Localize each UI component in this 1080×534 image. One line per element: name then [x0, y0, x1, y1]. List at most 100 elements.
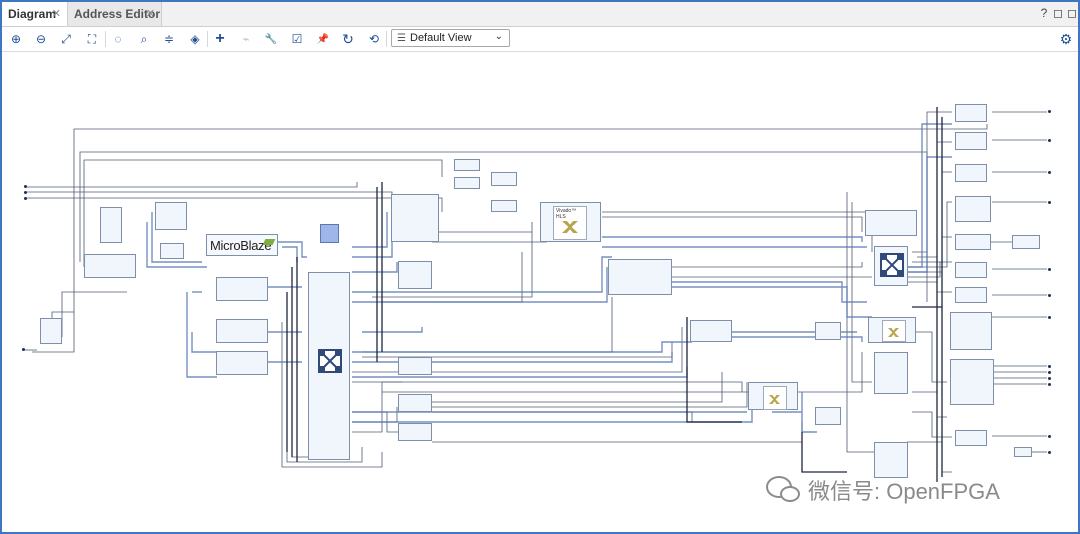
fit-view-icon[interactable]: ⤢ — [57, 30, 75, 48]
zoom-area-icon[interactable]: ⛶ — [83, 30, 101, 48]
maximize-icon[interactable]: ◻ — [1065, 6, 1079, 20]
ip-block[interactable] — [955, 196, 991, 222]
xilinx-leaf-icon — [262, 239, 276, 245]
external-port[interactable] — [24, 191, 27, 194]
external-port[interactable] — [1048, 365, 1051, 368]
view-select[interactable]: ☰ Default View ⌄ — [391, 29, 510, 47]
ip-block[interactable] — [454, 159, 480, 171]
external-port[interactable] — [1048, 268, 1051, 271]
ip-block[interactable] — [40, 318, 62, 344]
hls-logo-frame: Vivado™ HLS — [553, 206, 587, 240]
xilinx-logo-frame — [882, 320, 906, 342]
restore-icon[interactable]: ◻ — [1051, 6, 1065, 20]
diagram-toolbar: ⊕ ⊖ ⤢ ⛶ ◌ ⌕ ≑ ◈ + ⌁ 🔧 ☑ 📌 ↻ ⟲ ☰ Default … — [2, 27, 1078, 52]
tab-diagram[interactable]: Diagram ✕ — [2, 2, 68, 26]
microblaze-label: MicroBlaze — [210, 237, 272, 253]
ip-block[interactable] — [216, 277, 268, 301]
ip-block[interactable] — [955, 262, 987, 278]
external-port[interactable] — [24, 185, 27, 188]
expand-icon[interactable]: ◈ — [186, 30, 204, 48]
ip-block[interactable] — [955, 287, 987, 303]
ip-block[interactable] — [491, 172, 517, 186]
xilinx-logo-icon — [769, 395, 780, 404]
ip-block[interactable] — [216, 351, 268, 375]
ip-block[interactable] — [865, 210, 917, 236]
ip-block[interactable] — [398, 357, 432, 375]
hls-block-small[interactable] — [748, 382, 798, 410]
ip-block[interactable] — [100, 207, 122, 243]
external-port[interactable] — [1048, 201, 1051, 204]
axi-interconnect-block[interactable] — [308, 272, 350, 460]
view-select-value: Default View — [410, 32, 472, 44]
validate-design-icon[interactable]: ☑ — [288, 30, 306, 48]
external-port[interactable] — [1048, 451, 1051, 454]
external-port[interactable] — [1048, 294, 1051, 297]
ip-block[interactable] — [955, 132, 987, 150]
tab-diagram-label: Diagram — [8, 7, 57, 21]
diagram-window: Diagram ✕ Address Editor ✕ ? ◻ ◻ ⊕ ⊖ ⤢ ⛶… — [0, 0, 1080, 534]
gear-icon[interactable]: ⚙ — [1057, 30, 1075, 48]
toolbar-separator — [207, 31, 208, 47]
ip-block[interactable] — [1012, 235, 1040, 249]
crossbar-icon — [318, 349, 342, 373]
hls-block[interactable]: Vivado™ HLS — [540, 202, 601, 242]
settings-wrench-icon[interactable]: 🔧 — [262, 30, 280, 48]
toolbar-separator — [105, 31, 106, 47]
axi-interconnect-block[interactable] — [874, 246, 908, 286]
ip-block[interactable] — [815, 322, 841, 340]
toolbar-separator — [386, 31, 387, 47]
ip-block[interactable] — [950, 359, 994, 405]
ip-block[interactable] — [391, 194, 439, 242]
external-port[interactable] — [1048, 435, 1051, 438]
ip-block[interactable] — [955, 234, 991, 250]
ip-block[interactable] — [1014, 447, 1032, 457]
tab-address-editor[interactable]: Address Editor ✕ — [68, 2, 162, 26]
ip-block[interactable] — [608, 259, 672, 295]
ip-block[interactable] — [155, 202, 187, 230]
close-icon[interactable]: ✕ — [52, 7, 61, 20]
ip-block[interactable] — [160, 243, 184, 259]
ip-block[interactable] — [398, 394, 432, 412]
close-icon[interactable]: ✕ — [146, 7, 155, 20]
microblaze-block[interactable]: MicroBlaze — [206, 234, 278, 256]
external-port[interactable] — [22, 348, 25, 351]
add-ip-icon[interactable]: + — [211, 30, 229, 48]
hls-block-small[interactable] — [868, 317, 916, 343]
ip-block[interactable] — [874, 352, 908, 394]
external-port[interactable] — [1048, 139, 1051, 142]
collapse-icon[interactable]: ≑ — [160, 30, 178, 48]
ip-block[interactable] — [955, 164, 987, 182]
help-icon[interactable]: ? — [1037, 6, 1051, 20]
ip-block[interactable] — [950, 312, 992, 350]
external-port[interactable] — [1048, 383, 1051, 386]
ip-block[interactable] — [84, 254, 136, 278]
ip-block[interactable] — [398, 423, 432, 441]
external-port[interactable] — [1048, 110, 1051, 113]
search-icon[interactable]: ⌕ — [135, 30, 153, 48]
external-port[interactable] — [1048, 377, 1051, 380]
pin-icon[interactable]: 📌 — [314, 30, 332, 48]
ip-block-selected[interactable] — [320, 224, 339, 243]
ip-block[interactable] — [690, 320, 732, 342]
regenerate-layout-icon[interactable]: ↻ — [339, 30, 357, 48]
optimize-routing-icon[interactable]: ⟲ — [365, 30, 383, 48]
ip-block[interactable] — [454, 177, 480, 189]
ip-block[interactable] — [815, 407, 841, 425]
ip-block[interactable] — [874, 442, 908, 478]
select-area-icon[interactable]: ◌ — [109, 30, 127, 48]
external-port[interactable] — [1048, 371, 1051, 374]
ip-block[interactable] — [491, 200, 517, 212]
zoom-out-icon[interactable]: ⊖ — [32, 30, 50, 48]
ip-block[interactable] — [955, 430, 987, 446]
ip-block[interactable] — [216, 319, 268, 343]
ip-block[interactable] — [955, 104, 987, 122]
external-port[interactable] — [1048, 171, 1051, 174]
chevron-down-icon: ⌄ — [494, 31, 503, 42]
make-connection-icon[interactable]: ⌁ — [237, 30, 255, 48]
block-design-canvas[interactable]: MicroBlaze Vivado™ HLS 微信号: OpenFPGA — [2, 52, 1078, 532]
external-port[interactable] — [1048, 316, 1051, 319]
ip-block[interactable] — [398, 261, 432, 289]
external-port[interactable] — [24, 197, 27, 200]
hls-label: Vivado™ HLS — [556, 208, 577, 220]
zoom-in-icon[interactable]: ⊕ — [7, 30, 25, 48]
